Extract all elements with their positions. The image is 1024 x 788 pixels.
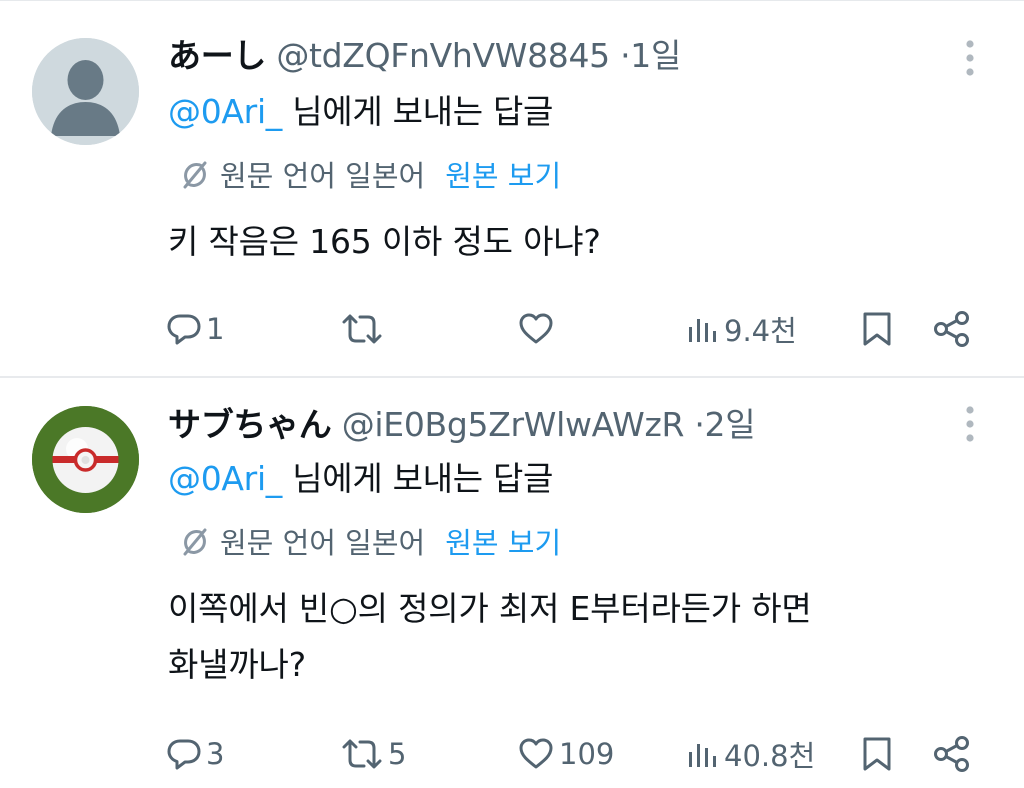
bookmark-icon <box>863 737 891 771</box>
translate-icon <box>183 528 207 556</box>
like-button[interactable]: 109 <box>517 729 614 779</box>
separator-dot: · <box>620 36 631 75</box>
display-name[interactable]: サブちゃん <box>168 405 332 444</box>
timestamp[interactable]: 2일 <box>705 405 756 444</box>
post-text: 키 작음은 165 이하 정도 아냐? <box>168 214 601 270</box>
display-name[interactable]: あーし <box>168 36 266 75</box>
reply-post[interactable]: サブちゃん @iE0Bg5ZrWlwAWzR ·2일 @0Ari_ 님에게 보내… <box>0 377 1024 788</box>
view-count: 40.8천 <box>724 739 816 773</box>
repost-icon <box>342 739 382 769</box>
share-icon <box>934 736 969 772</box>
action-bar: 3 5 109 40.8천 <box>0 729 1024 779</box>
reply-icon <box>167 314 201 345</box>
reply-count: 1 <box>206 312 225 346</box>
reply-icon <box>167 739 201 770</box>
reply-post[interactable]: あーし @tdZQFnVhVW8845 ·1일 @0Ari_ 님에게 보내는 답… <box>0 0 1024 377</box>
action-bar: 1 9.4천 <box>0 304 1024 354</box>
views-button[interactable]: 40.8천 <box>686 729 815 779</box>
reply-button[interactable]: 1 <box>166 304 224 354</box>
more-options-button[interactable] <box>958 38 982 78</box>
bookmark-button[interactable] <box>859 729 895 779</box>
more-vertical-icon <box>966 40 974 76</box>
post-text-line: 이쪽에서 빈○의 정의가 최저 E부터라든가 하면 <box>168 589 812 628</box>
user-handle[interactable]: @tdZQFnVhVW8845 <box>276 36 610 75</box>
reply-button[interactable]: 3 <box>166 729 224 779</box>
share-button[interactable] <box>932 304 972 354</box>
views-button[interactable]: 9.4천 <box>686 304 797 354</box>
reply-mention-link[interactable]: @0Ari_ <box>168 92 282 131</box>
timestamp[interactable]: 1일 <box>630 36 681 75</box>
default-avatar-icon <box>32 38 139 145</box>
like-button[interactable] <box>517 304 559 354</box>
reply-to-line: @0Ari_ 님에게 보내는 답글 <box>168 92 553 132</box>
reply-to-line: @0Ari_ 님에게 보내는 답글 <box>168 459 553 499</box>
avatar[interactable] <box>32 38 139 145</box>
post-text: 이쪽에서 빈○의 정의가 최저 E부터라든가 하면 화낼까나? <box>168 581 812 693</box>
like-count: 109 <box>559 737 615 771</box>
user-handle[interactable]: @iE0Bg5ZrWlwAWzR <box>342 405 685 444</box>
repost-button[interactable] <box>340 304 388 354</box>
views-chart-icon <box>689 744 716 767</box>
premier-ball-avatar-icon <box>32 406 139 513</box>
repost-count: 5 <box>388 737 407 771</box>
view-count: 9.4천 <box>724 314 797 348</box>
reply-mention-link[interactable]: @0Ari_ <box>168 459 282 498</box>
post-text-line: 키 작음은 165 이하 정도 아냐? <box>168 222 601 261</box>
post-text-line: 화낼까나? <box>168 645 306 684</box>
post-header: サブちゃん @iE0Bg5ZrWlwAWzR ·2일 <box>168 405 756 445</box>
share-icon <box>934 311 969 347</box>
avatar[interactable] <box>32 406 139 513</box>
translation-bar: 원문 언어 일본어 원본 보기 <box>178 525 561 562</box>
reply-count: 3 <box>206 737 225 771</box>
translation-source-label: 원문 언어 일본어 <box>220 526 426 560</box>
heart-icon <box>519 738 553 769</box>
translation-source-label: 원문 언어 일본어 <box>220 159 426 193</box>
repost-button[interactable]: 5 <box>340 729 406 779</box>
more-vertical-icon <box>966 406 974 442</box>
share-button[interactable] <box>932 729 972 779</box>
translate-icon <box>183 161 207 189</box>
more-options-button[interactable] <box>958 404 982 444</box>
heart-icon <box>519 313 553 344</box>
views-chart-icon <box>689 319 716 342</box>
post-header: あーし @tdZQFnVhVW8845 ·1일 <box>168 36 681 76</box>
reply-to-label: 님에게 보내는 답글 <box>292 92 554 131</box>
bookmark-button[interactable] <box>859 304 895 354</box>
separator-dot: · <box>694 405 705 444</box>
show-original-link[interactable]: 원본 보기 <box>445 526 561 560</box>
reply-to-label: 님에게 보내는 답글 <box>292 459 554 498</box>
bookmark-icon <box>863 312 891 346</box>
translation-bar: 원문 언어 일본어 원본 보기 <box>178 158 561 195</box>
show-original-link[interactable]: 원본 보기 <box>445 159 561 193</box>
repost-icon <box>342 314 382 344</box>
